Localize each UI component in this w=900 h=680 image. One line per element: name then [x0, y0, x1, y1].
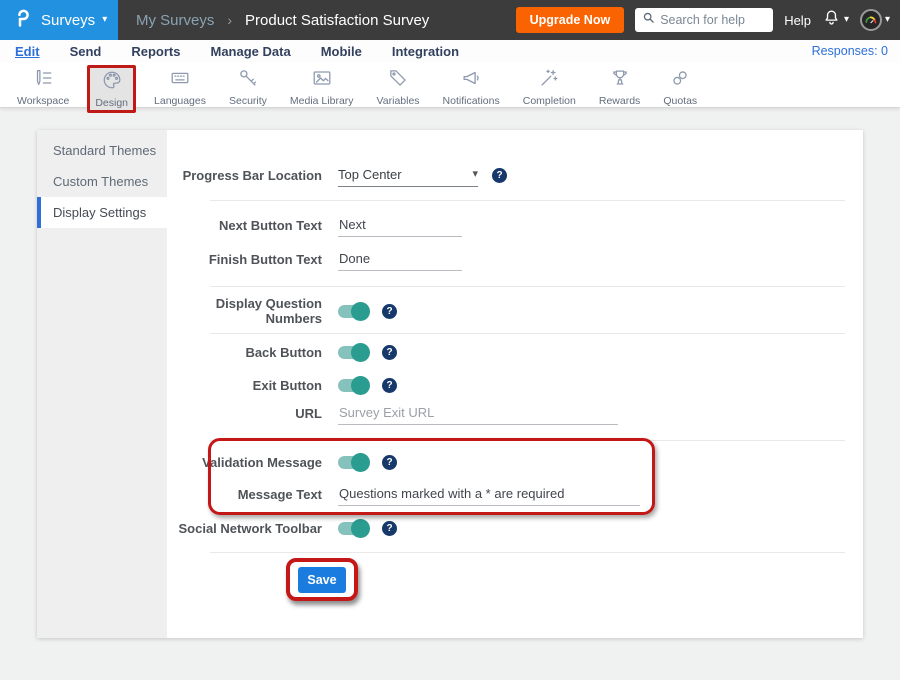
sidebar-item-standard-themes[interactable]: Standard Themes [37, 135, 167, 166]
divider [210, 552, 845, 553]
questionpro-logo-icon [14, 7, 34, 34]
help-icon[interactable] [382, 521, 397, 536]
row-exit-url: URL [167, 399, 863, 427]
nav-mobile[interactable]: Mobile [321, 44, 362, 59]
bell-icon [822, 8, 841, 32]
progress-bar-location-select[interactable]: Top Center [338, 163, 478, 187]
topbar-actions: Upgrade Now Help [516, 0, 890, 40]
row-progress-bar-location: Progress Bar Location Top Center [167, 161, 863, 189]
account-menu[interactable] [860, 9, 890, 31]
toolbar-item-security[interactable]: Security [224, 65, 272, 109]
toolbar-item-workspace[interactable]: Workspace [12, 65, 74, 109]
sidebar-item-custom-themes[interactable]: Custom Themes [37, 166, 167, 197]
validation-message-toggle[interactable] [338, 456, 368, 469]
design-settings-panel: Standard Themes Custom Themes Display Se… [37, 130, 863, 638]
questionpro-app: Surveys My Surveys Product Satisfaction … [0, 0, 900, 680]
nav-integration[interactable]: Integration [392, 44, 459, 59]
help-icon[interactable] [382, 378, 397, 393]
survey-exit-url-input[interactable] [338, 401, 618, 425]
toolbar-item-completion[interactable]: Completion [518, 65, 581, 109]
exit-button-toggle[interactable] [338, 379, 368, 392]
nav-manage-data[interactable]: Manage Data [210, 44, 290, 59]
finish-button-text-input[interactable] [338, 247, 462, 271]
languages-keyboard-icon [169, 67, 191, 94]
notifications-megaphone-icon [460, 67, 482, 94]
toolbar-item-quotas[interactable]: Quotas [658, 65, 702, 109]
row-finish-button-text: Finish Button Text [167, 245, 863, 273]
design-palette-icon [101, 69, 123, 96]
search-icon [642, 11, 655, 29]
surveys-menu[interactable]: Surveys [0, 0, 118, 40]
row-exit-button: Exit Button [167, 371, 863, 399]
help-link[interactable]: Help [784, 13, 811, 28]
help-search[interactable] [635, 8, 773, 32]
help-icon[interactable] [382, 345, 397, 360]
nav-reports[interactable]: Reports [131, 44, 180, 59]
display-settings-form: Progress Bar Location Top Center Next Bu… [167, 130, 863, 638]
social-network-toolbar-toggle[interactable] [338, 522, 368, 535]
toolbar-item-notifications[interactable]: Notifications [438, 65, 505, 109]
chevron-down-icon [844, 15, 849, 25]
next-button-text-input[interactable] [338, 213, 462, 237]
divider [210, 440, 845, 441]
row-social-network-toolbar: Social Network Toolbar [167, 514, 863, 542]
toolbar-item-media-library[interactable]: Media Library [285, 65, 359, 109]
chevron-down-icon [472, 169, 478, 180]
search-input[interactable] [660, 13, 766, 27]
completion-wand-icon [538, 67, 560, 94]
breadcrumb-separator-icon [227, 12, 232, 28]
upgrade-now-button[interactable]: Upgrade Now [516, 7, 625, 33]
breadcrumb: My Surveys Product Satisfaction Survey [136, 0, 429, 40]
row-message-text: Message Text [167, 480, 863, 508]
edit-toolbar: Workspace Design Languages Security Medi… [0, 62, 900, 108]
display-question-numbers-toggle[interactable] [338, 305, 368, 318]
chevron-down-icon [885, 15, 890, 25]
toolbar-item-languages[interactable]: Languages [149, 65, 211, 109]
security-key-icon [237, 67, 259, 94]
design-sidebar: Standard Themes Custom Themes Display Se… [37, 130, 167, 638]
message-text-input[interactable] [338, 482, 640, 506]
quotas-links-icon [669, 67, 691, 94]
toolbar-item-variables[interactable]: Variables [372, 65, 425, 109]
help-icon[interactable] [382, 455, 397, 470]
page-title: Product Satisfaction Survey [245, 12, 429, 29]
nav-edit[interactable]: Edit [15, 44, 40, 59]
toolbar-item-design[interactable]: Design [87, 65, 136, 113]
workspace-icon [32, 67, 54, 94]
breadcrumb-my-surveys[interactable]: My Surveys [136, 12, 214, 29]
avatar [860, 9, 882, 31]
row-display-question-numbers: Display Question Numbers [167, 297, 863, 325]
row-validation-message: Validation Message [167, 448, 863, 476]
save-button[interactable]: Save [298, 567, 346, 593]
media-library-image-icon [311, 67, 333, 94]
help-icon[interactable] [382, 304, 397, 319]
rewards-trophy-icon [609, 67, 631, 94]
help-icon[interactable] [492, 168, 507, 183]
row-back-button: Back Button [167, 338, 863, 366]
survey-nav: Edit Send Reports Manage Data Mobile Int… [0, 40, 900, 62]
brand-label: Surveys [41, 12, 95, 29]
sidebar-item-display-settings[interactable]: Display Settings [37, 197, 167, 228]
nav-send[interactable]: Send [70, 44, 102, 59]
responses-count[interactable]: Responses: 0 [812, 44, 888, 58]
divider [210, 286, 845, 287]
topbar: Surveys My Surveys Product Satisfaction … [0, 0, 900, 40]
row-next-button-text: Next Button Text [167, 211, 863, 239]
notifications-menu[interactable] [822, 8, 849, 32]
back-button-toggle[interactable] [338, 346, 368, 359]
divider [210, 200, 845, 201]
chevron-down-icon [102, 15, 107, 25]
variables-tag-icon [387, 67, 409, 94]
divider [210, 333, 845, 334]
toolbar-item-rewards[interactable]: Rewards [594, 65, 645, 109]
